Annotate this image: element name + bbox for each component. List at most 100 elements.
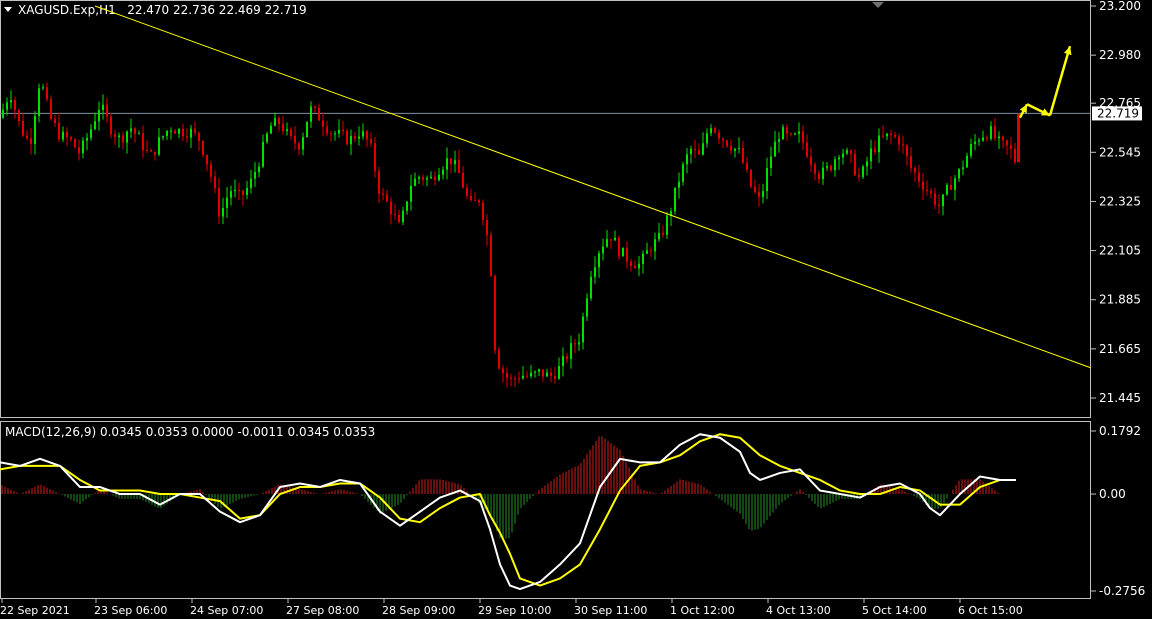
price-axis-label: 23.200 <box>1099 0 1141 13</box>
candle-body <box>62 131 64 140</box>
candle-body <box>134 128 136 134</box>
candle-body <box>474 200 476 202</box>
candle-body <box>198 132 200 142</box>
candle-body <box>150 150 152 152</box>
candle-body <box>1006 140 1008 146</box>
candle-body <box>718 132 720 139</box>
candle-body <box>258 166 260 173</box>
candle-body <box>866 161 868 167</box>
candle-body <box>358 136 360 139</box>
candle-body <box>242 190 244 195</box>
candle-body <box>742 147 744 163</box>
time-axis-label: 30 Sep 11:00 <box>574 604 647 617</box>
candle-body <box>378 171 380 194</box>
candle-body <box>190 128 192 138</box>
candle-body <box>694 149 696 151</box>
candle-body <box>762 191 764 197</box>
candle-body <box>462 173 464 188</box>
candle-body <box>818 173 820 180</box>
candle-body <box>918 172 920 182</box>
candle-body <box>126 131 128 143</box>
candle-body <box>214 176 216 189</box>
candle-body <box>234 189 236 192</box>
candle-body <box>382 193 384 195</box>
candle-body <box>706 133 708 144</box>
candle-body <box>402 210 404 223</box>
candle-body <box>174 130 176 134</box>
candle-body <box>498 350 500 369</box>
candle-body <box>1017 113 1020 163</box>
price-axis-label: 22.545 <box>1099 145 1141 159</box>
candle-body <box>946 185 948 195</box>
candle-body <box>934 193 936 205</box>
candle-body <box>494 275 496 351</box>
candle-body <box>646 250 648 254</box>
candle-body <box>550 372 552 376</box>
candle-body <box>38 88 40 117</box>
candle-body <box>446 158 448 170</box>
candle-body <box>842 153 844 158</box>
candle-body <box>478 200 480 203</box>
candle-body <box>798 131 800 134</box>
candle-body <box>178 128 180 134</box>
candle-body <box>406 201 408 211</box>
candle-body <box>374 143 376 172</box>
candle-body <box>622 247 624 257</box>
candle-body <box>590 276 592 299</box>
candle-body <box>942 194 944 207</box>
candle-body <box>618 237 620 257</box>
candle-body <box>110 116 112 135</box>
candle-body <box>202 141 204 155</box>
candle-body <box>786 127 788 134</box>
candle-body <box>578 342 580 345</box>
candle-body <box>30 138 32 144</box>
candle-body <box>426 177 428 180</box>
candle-body <box>318 107 320 121</box>
candle-body <box>790 133 792 135</box>
candle-body <box>186 136 188 138</box>
candle-body <box>562 356 564 367</box>
candle-body <box>698 150 700 155</box>
candle-body <box>654 239 656 252</box>
candle-body <box>226 197 228 208</box>
candle-body <box>898 136 900 145</box>
candle-body <box>34 116 36 144</box>
candle-body <box>302 137 304 150</box>
candle-body <box>882 135 884 137</box>
candle-body <box>266 133 268 142</box>
candle-body <box>486 220 488 236</box>
candle-body <box>906 145 908 157</box>
candle-body <box>878 135 880 153</box>
candle-body <box>182 128 184 137</box>
candle-body <box>1014 148 1016 163</box>
candle-body <box>930 190 932 194</box>
candle-body <box>506 373 508 378</box>
candle-body <box>490 235 492 276</box>
candle-body <box>998 136 1000 139</box>
macd-axis-label: -0.2756 <box>1099 584 1145 598</box>
candle-body <box>558 366 560 379</box>
candle-body <box>106 104 108 117</box>
candle-body <box>414 178 416 186</box>
forecast-arrow <box>1048 45 1072 116</box>
candle-body <box>782 127 784 140</box>
candle-body <box>750 169 752 187</box>
candle-body <box>238 189 240 191</box>
candle-body <box>586 298 588 317</box>
candle-body <box>354 136 356 139</box>
candle-body <box>802 131 804 143</box>
candle-body <box>598 253 600 268</box>
time-axis-label: 24 Sep 07:00 <box>190 604 263 617</box>
candle-body <box>398 214 400 223</box>
candle-body <box>674 187 676 212</box>
candle-body <box>26 135 28 139</box>
time-axis-label: 4 Oct 13:00 <box>766 604 831 617</box>
candle-body <box>974 141 976 145</box>
candle-body <box>394 214 396 216</box>
candle-body <box>846 150 848 154</box>
candle-body <box>366 131 368 140</box>
candle-body <box>938 204 940 207</box>
candle-body <box>638 263 640 269</box>
candle-body <box>74 139 76 148</box>
candle-body <box>10 100 12 103</box>
